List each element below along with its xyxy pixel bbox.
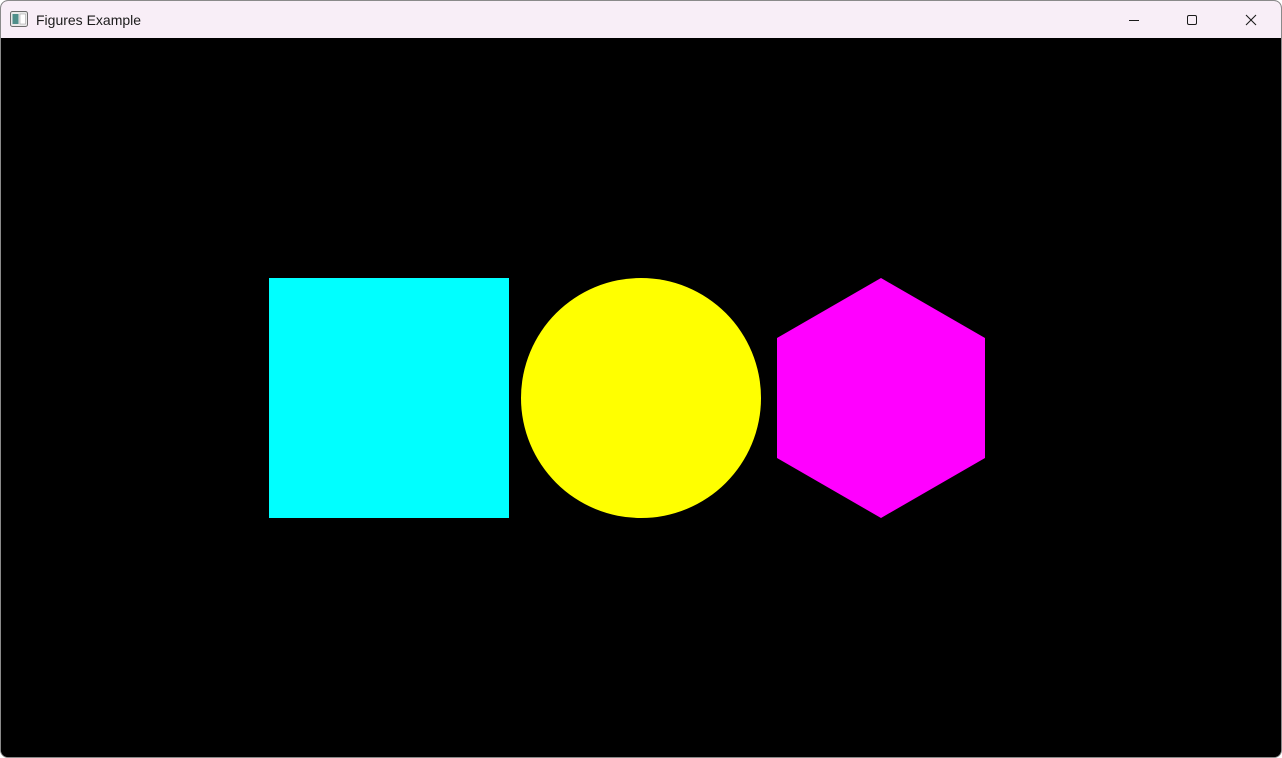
maximize-button[interactable] — [1163, 1, 1221, 38]
close-icon — [1245, 14, 1257, 26]
drawing-canvas — [1, 38, 1281, 757]
title-bar[interactable]: Figures Example — [1, 1, 1281, 38]
minimize-button[interactable] — [1105, 1, 1163, 38]
magenta-hexagon — [777, 278, 985, 518]
close-button[interactable] — [1222, 1, 1280, 38]
cyan-square — [269, 278, 509, 518]
window-title: Figures Example — [36, 12, 142, 28]
app-window-icon — [10, 11, 28, 27]
maximize-icon — [1186, 14, 1198, 26]
yellow-circle — [521, 278, 761, 518]
minimize-icon — [1128, 14, 1140, 26]
app-window: Figures Example — [0, 0, 1282, 758]
